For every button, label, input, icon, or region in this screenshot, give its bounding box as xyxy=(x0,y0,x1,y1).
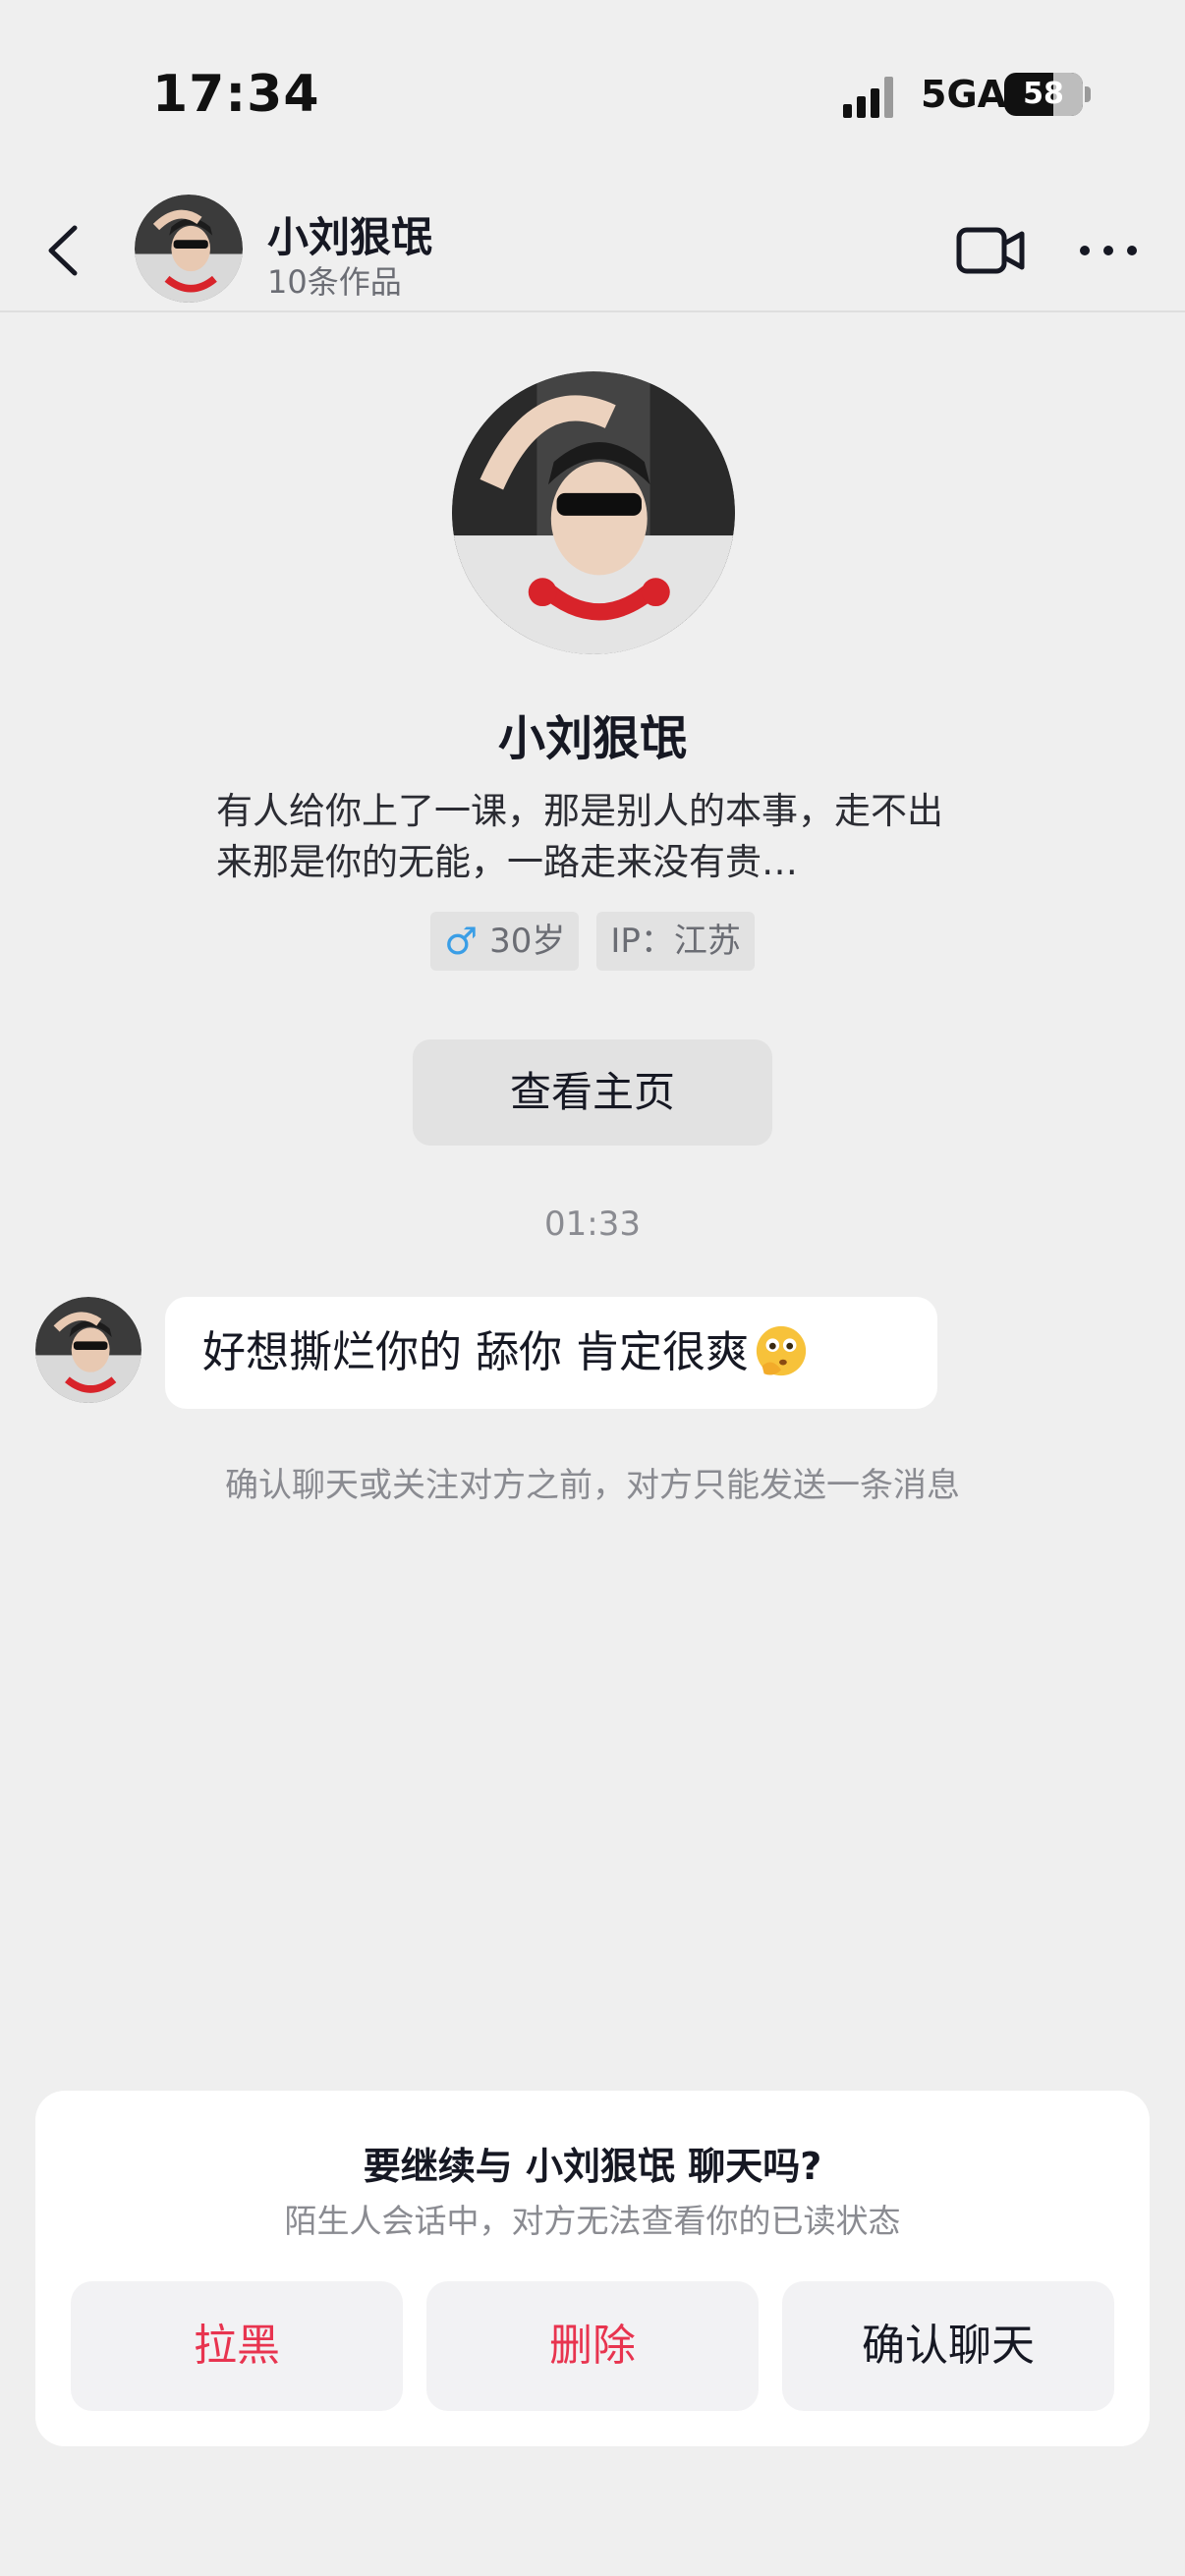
ip-tag: IP：江苏 xyxy=(596,912,755,971)
continue-chat-dialog: 要继续与 小刘狠氓 聊天吗? 陌生人会话中，对方无法查看你的已读状态 拉黑 删除… xyxy=(35,2091,1150,2446)
age-tag: ♂ 30岁 xyxy=(430,912,580,971)
profile-tags: ♂ 30岁 IP：江苏 xyxy=(0,912,1185,971)
video-call-icon xyxy=(956,227,1025,274)
profile-avatar[interactable] xyxy=(452,371,735,654)
chat-header: 小刘狠氓 10条作品 xyxy=(0,187,1185,312)
network-label: 5GA xyxy=(921,73,1007,116)
signal-icon xyxy=(843,77,902,118)
more-icon xyxy=(1080,246,1137,255)
block-button[interactable]: 拉黑 xyxy=(71,2281,403,2411)
delete-button[interactable]: 删除 xyxy=(426,2281,759,2411)
dialog-subtitle: 陌生人会话中，对方无法查看你的已读状态 xyxy=(284,2202,901,2240)
message-avatar[interactable] xyxy=(35,1297,141,1403)
back-button[interactable] xyxy=(37,216,96,285)
more-button[interactable] xyxy=(1071,216,1150,285)
header-name[interactable]: 小刘狠氓 xyxy=(267,204,432,264)
chat-screen: 17:34 5GA 58 小刘狠氓 10条作品 小刘狠氓 有人给你上了一课，那是… xyxy=(0,0,1185,2576)
ip-label: IP：江苏 xyxy=(610,922,741,961)
message-bubble[interactable]: 好想撕烂你的 舔你 肯定很爽 xyxy=(165,1297,937,1409)
dialog-title: 要继续与 小刘狠氓 聊天吗? xyxy=(363,2145,822,2188)
confirm-chat-button[interactable]: 确认聊天 xyxy=(782,2281,1114,2411)
message-text: 好想撕烂你的 舔你 肯定很爽 xyxy=(202,1327,749,1377)
stranger-notice: 确认聊天或关注对方之前，对方只能发送一条消息 xyxy=(225,1466,960,1505)
profile-name: 小刘狠氓 xyxy=(497,711,687,766)
message-timestamp: 01:33 xyxy=(544,1204,641,1244)
view-homepage-button[interactable]: 查看主页 xyxy=(413,1039,772,1146)
status-time: 17:34 xyxy=(152,65,320,124)
header-avatar[interactable] xyxy=(135,195,243,303)
battery-icon: 58 xyxy=(1004,73,1083,116)
age-label: 30岁 xyxy=(489,922,566,961)
status-bar: 17:34 5GA 58 xyxy=(0,0,1185,187)
battery-level: 58 xyxy=(1023,77,1064,111)
back-icon xyxy=(48,225,78,276)
profile-bio: 有人给你上了一课，那是别人的本事，走不出来那是你的无能，一路走来没有贵… xyxy=(216,790,943,883)
battery-tip xyxy=(1085,86,1091,102)
male-icon: ♂ xyxy=(444,920,479,963)
video-call-button[interactable] xyxy=(953,216,1032,285)
avatar-image xyxy=(135,195,243,303)
profile-avatar-image xyxy=(452,371,735,654)
header-works-count: 10条作品 xyxy=(267,263,402,301)
thinking-face-icon xyxy=(756,1325,807,1376)
avatar-image xyxy=(35,1297,141,1403)
